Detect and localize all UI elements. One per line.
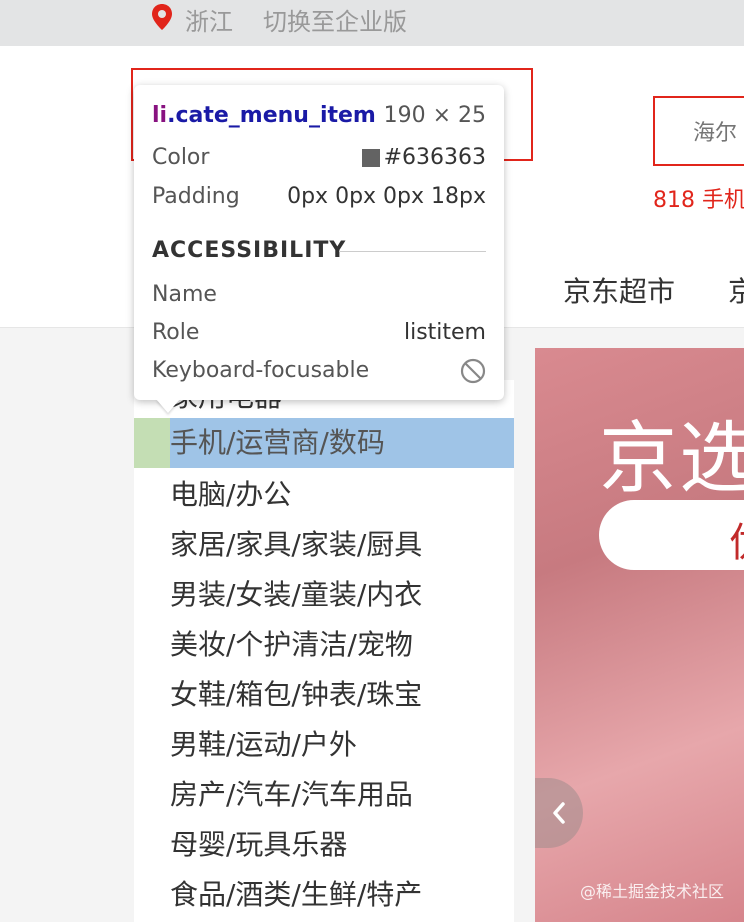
- banner-button[interactable]: 优: [599, 500, 744, 570]
- category-label: 房产/汽车/汽车用品: [170, 778, 413, 811]
- role-value: listitem: [403, 320, 486, 345]
- search-box[interactable]: [653, 96, 744, 166]
- chevron-left-icon: [553, 802, 565, 824]
- category-label: 电脑/办公: [170, 478, 292, 511]
- category-item[interactable]: 电脑/办公: [134, 470, 514, 520]
- category-item[interactable]: 美妆/个护清洁/宠物: [134, 620, 514, 670]
- keyboard-row: Keyboard-focusable: [152, 356, 486, 386]
- banner-prev-button[interactable]: [535, 778, 583, 848]
- category-label: 男装/女装/童装/内衣: [170, 578, 423, 611]
- category-label: 母婴/玩具乐器: [170, 828, 348, 861]
- role-row: Role listitem: [152, 318, 486, 348]
- padding-value: 0px 0px 0px 18px: [287, 184, 486, 209]
- category-item[interactable]: 家居/家具/家装/厨具: [134, 520, 514, 570]
- banner-title: 京选: [599, 414, 744, 504]
- category-label: 女鞋/箱包/钟表/珠宝: [170, 678, 423, 711]
- nav-item-supermarket[interactable]: 京东超市: [563, 270, 675, 310]
- category-menu: 家用电器 手机/运营商/数码 电脑/办公 家居/家具/家装/厨具 男装/女装/童…: [134, 380, 514, 922]
- element-size: 190 × 25: [383, 103, 486, 128]
- watermark: @稀土掘金技术社区: [580, 882, 725, 901]
- banner-button-label: 优: [729, 510, 744, 568]
- category-item[interactable]: 母婴/玩具乐器: [134, 820, 514, 870]
- category-item-highlighted[interactable]: 手机/运营商/数码: [134, 418, 514, 468]
- element-tag: li: [152, 103, 168, 128]
- keyboard-label: Keyboard-focusable: [152, 358, 370, 383]
- name-label: Name: [152, 282, 217, 307]
- devtools-inspect-tooltip: li.cate_menu_item 190 × 25 Color #636363…: [134, 85, 504, 400]
- category-label: 手机/运营商/数码: [170, 426, 385, 459]
- category-label: 美妆/个护清洁/宠物: [170, 628, 413, 661]
- category-label: 家居/家具/家装/厨具: [170, 528, 423, 561]
- name-row: Name: [152, 280, 486, 310]
- category-item[interactable]: 房产/汽车/汽车用品: [134, 770, 514, 820]
- top-bar: 浙江 切换至企业版: [0, 0, 744, 46]
- element-class: .cate_menu_item: [167, 103, 376, 128]
- element-selector: li.cate_menu_item: [152, 103, 376, 128]
- padding-row: Padding 0px 0px 0px 18px: [152, 182, 486, 212]
- location-pin-icon: [152, 4, 172, 30]
- color-value-wrap: #636363: [361, 143, 486, 173]
- color-value: #636363: [383, 145, 486, 170]
- nav-item-next[interactable]: 京: [728, 270, 744, 310]
- promo-banner[interactable]: 京选 优: [535, 348, 744, 922]
- accessibility-heading: ACCESSIBILITY: [152, 238, 347, 263]
- category-item[interactable]: 男鞋/运动/户外: [134, 720, 514, 770]
- hotword-link[interactable]: 818 手机: [653, 182, 744, 214]
- role-label: Role: [152, 320, 200, 345]
- switch-enterprise-link[interactable]: 切换至企业版: [263, 2, 407, 37]
- color-label: Color: [152, 145, 210, 170]
- padding-label: Padding: [152, 184, 240, 209]
- tooltip-arrow: [156, 399, 180, 413]
- category-item[interactable]: 女鞋/箱包/钟表/珠宝: [134, 670, 514, 720]
- color-row: Color #636363: [152, 143, 486, 173]
- color-swatch: [361, 149, 380, 167]
- category-item[interactable]: 食品/酒类/生鲜/特产: [134, 870, 514, 920]
- category-label: 男鞋/运动/户外: [170, 728, 357, 761]
- category-item[interactable]: 男装/女装/童装/内衣: [134, 570, 514, 620]
- search-input[interactable]: [693, 118, 744, 148]
- not-focusable-icon: [460, 358, 486, 384]
- location-label[interactable]: 浙江: [185, 2, 233, 37]
- category-label: 食品/酒类/生鲜/特产: [170, 878, 423, 911]
- section-divider: [339, 251, 486, 252]
